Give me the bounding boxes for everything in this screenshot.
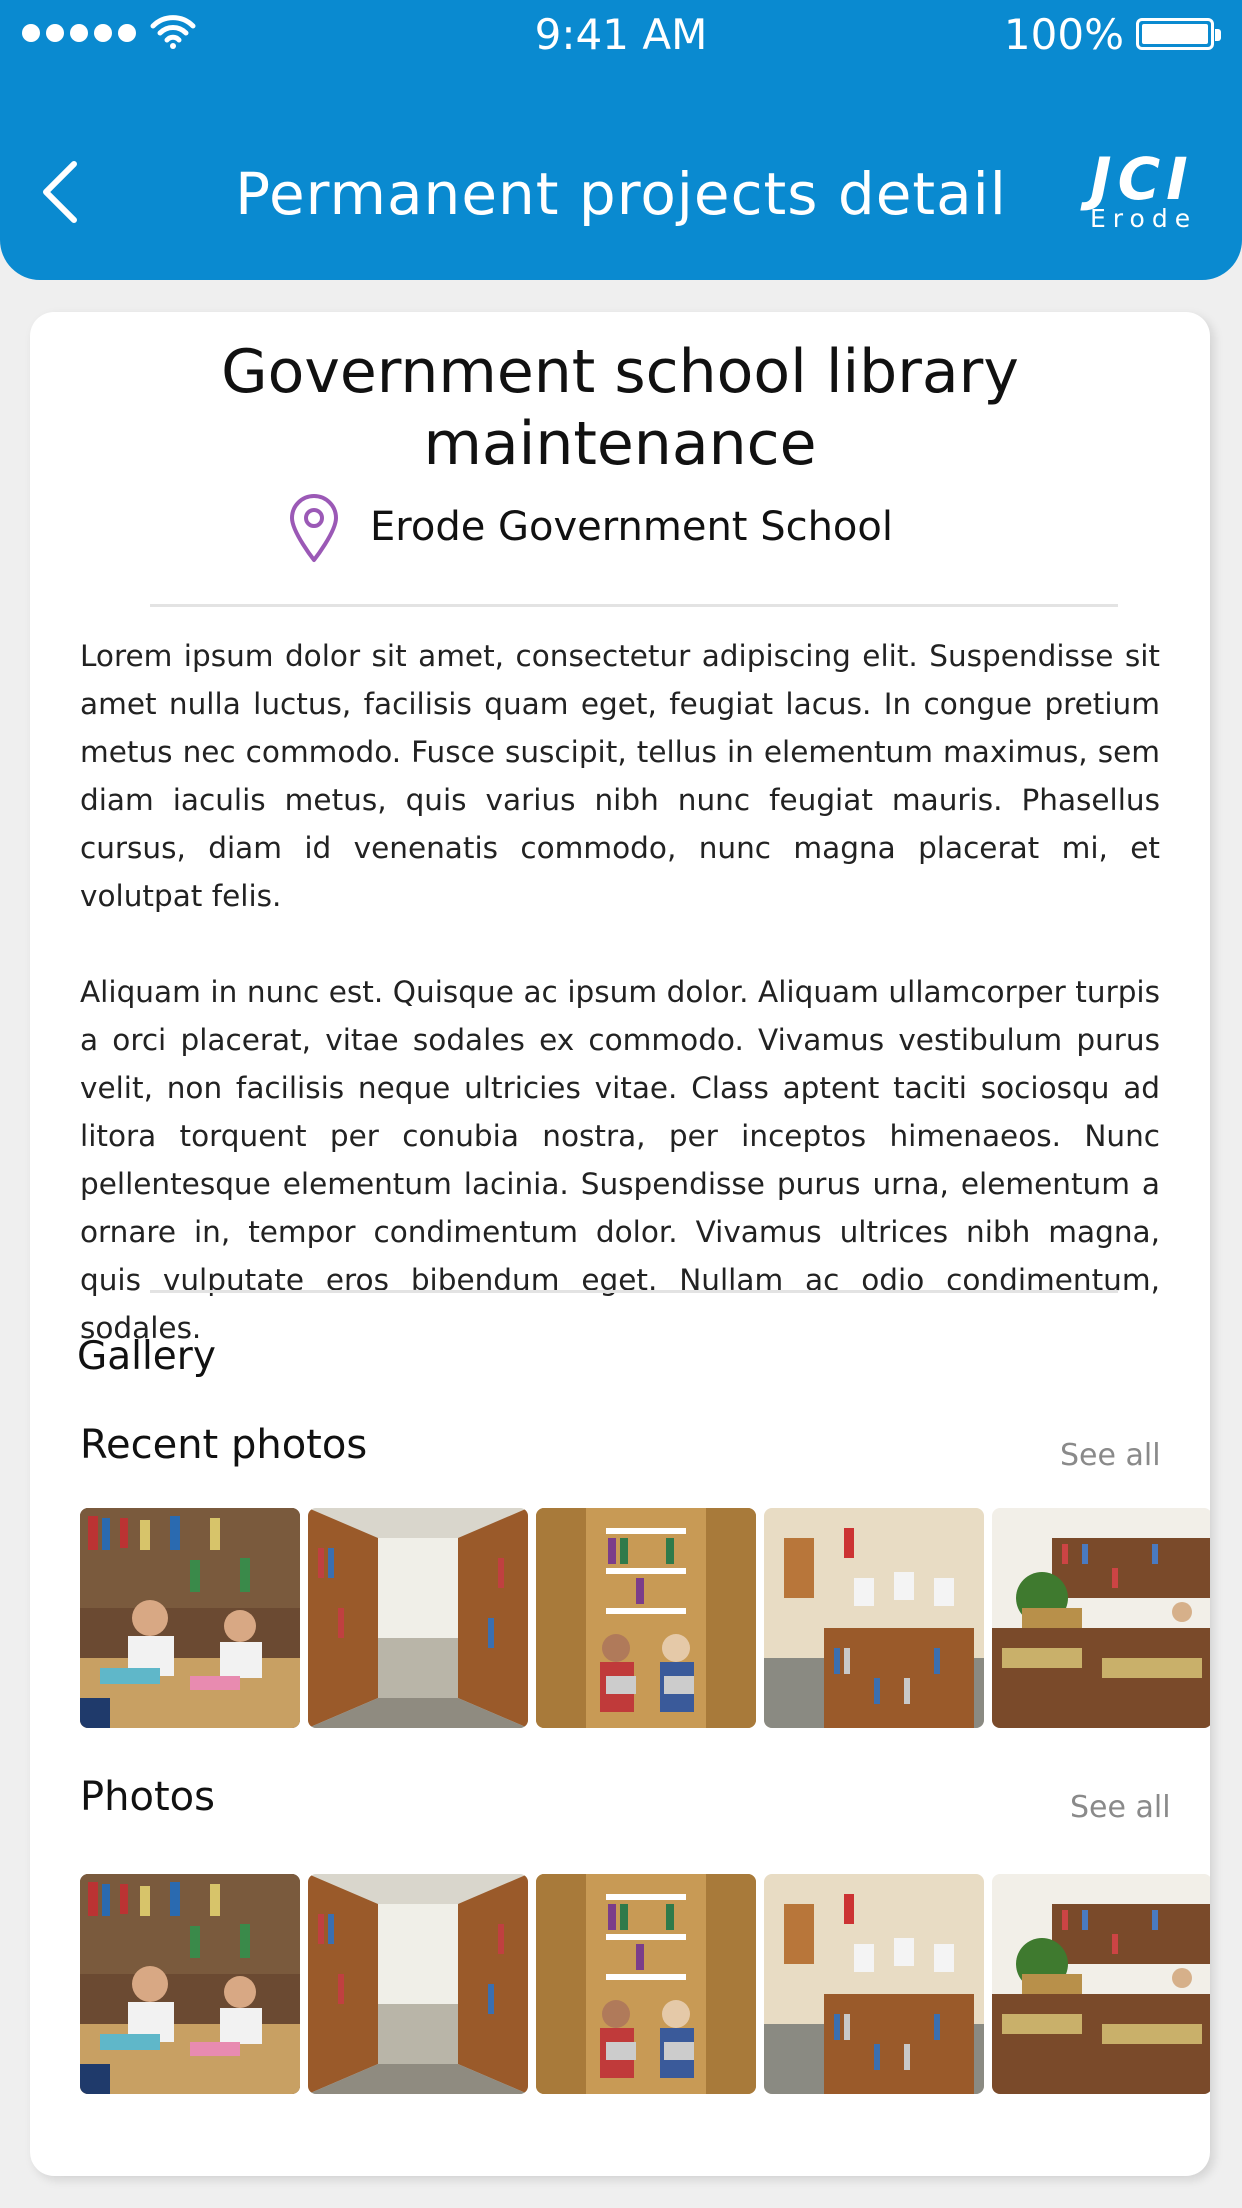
photo-thumbnail[interactable] bbox=[80, 1508, 300, 1728]
logo-sub: Erode bbox=[1090, 204, 1198, 233]
description-paragraph: Lorem ipsum dolor sit amet, consectetur … bbox=[80, 639, 1160, 913]
project-description: Lorem ipsum dolor sit amet, consectetur … bbox=[80, 632, 1160, 1400]
photo-thumbnail[interactable] bbox=[536, 1874, 756, 2094]
photo-thumbnail[interactable] bbox=[308, 1508, 528, 1728]
photos-heading: Photos bbox=[80, 1774, 215, 1820]
description-paragraph: Aliquam in nunc est. Quisque ac ipsum do… bbox=[80, 975, 1160, 1345]
location-pin-icon bbox=[290, 494, 338, 562]
status-bar: 9:41 AM 100% bbox=[0, 0, 1242, 70]
photo-thumbnail[interactable] bbox=[992, 1508, 1210, 1728]
battery-percent: 100% bbox=[1003, 10, 1124, 59]
divider bbox=[150, 604, 1118, 607]
project-location: Erode Government School bbox=[370, 504, 893, 550]
recent-see-all-link[interactable]: See all bbox=[1060, 1438, 1161, 1473]
photos-strip[interactable] bbox=[80, 1874, 1210, 2094]
project-card: Government school library maintenance Er… bbox=[30, 312, 1210, 2176]
project-title: Government school library maintenance bbox=[221, 337, 1019, 479]
photo-thumbnail[interactable] bbox=[80, 1874, 300, 2094]
logo-main: JCI bbox=[1090, 145, 1194, 213]
recent-photos-heading: Recent photos bbox=[80, 1422, 368, 1468]
photo-thumbnail[interactable] bbox=[764, 1874, 984, 2094]
page-title: Permanent projects detail bbox=[235, 160, 1007, 228]
gallery-heading: Gallery bbox=[77, 1334, 216, 1379]
photo-thumbnail[interactable] bbox=[308, 1874, 528, 2094]
photo-thumbnail[interactable] bbox=[536, 1508, 756, 1728]
recent-photos-strip[interactable] bbox=[80, 1508, 1210, 1728]
app-logo: JCI Erode bbox=[1090, 150, 1190, 233]
divider bbox=[150, 1290, 1118, 1293]
battery-icon bbox=[1136, 18, 1221, 50]
photo-thumbnail[interactable] bbox=[764, 1508, 984, 1728]
photo-thumbnail[interactable] bbox=[992, 1874, 1210, 2094]
app-header: 9:41 AM 100% Permanent projects detail J… bbox=[0, 0, 1242, 280]
photos-see-all-link[interactable]: See all bbox=[1070, 1790, 1171, 1825]
